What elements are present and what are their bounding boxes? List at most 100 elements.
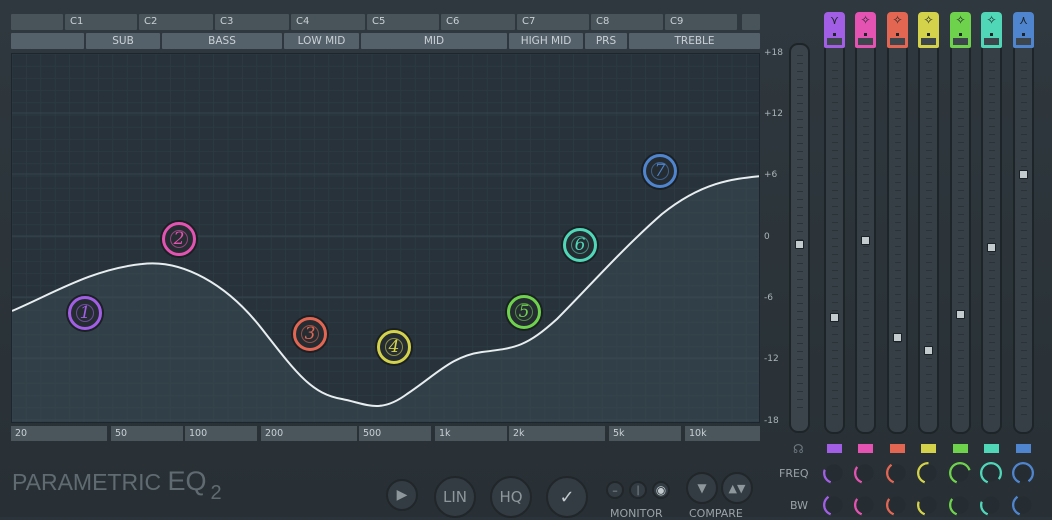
band-label[interactable]: LOW MID (284, 33, 359, 49)
target-cell[interactable]: C4 (291, 14, 365, 30)
peaking-icon: ✧ (955, 13, 966, 27)
band-type-selector-4[interactable]: ✧ (918, 12, 939, 48)
target-cell[interactable]: C9 (665, 14, 737, 30)
target-cell[interactable]: C3 (215, 14, 289, 30)
freq-dial-3[interactable] (886, 462, 908, 484)
target-cell[interactable]: C1 (65, 14, 137, 30)
compare-swap-button[interactable]: ▲▼ (721, 472, 753, 504)
target-cell[interactable]: C6 (441, 14, 515, 30)
channel-gain-handle-4[interactable] (924, 346, 933, 356)
bw-dial-6[interactable] (980, 494, 1002, 516)
headphone-icon[interactable]: ☊ (793, 442, 804, 456)
play-button[interactable]: ▶ (386, 479, 418, 511)
target-cell[interactable]: C8 (591, 14, 663, 30)
bw-dial-3[interactable] (886, 494, 908, 516)
channel-gain-slider-4[interactable] (918, 40, 939, 434)
target-cell[interactable] (742, 14, 760, 30)
channel-gain-handle-6[interactable] (987, 243, 996, 253)
freq-dial-6[interactable] (980, 462, 1002, 484)
band-node-7[interactable]: 7 (643, 154, 677, 188)
channel-gain-handle-2[interactable] (861, 236, 870, 245)
band-label[interactable]: PRS (585, 33, 627, 49)
channel-gain-handle-1[interactable] (830, 312, 839, 322)
band-type-selector-6[interactable]: ✧ (981, 12, 1002, 48)
channel-gain-slider-6[interactable] (981, 40, 1002, 434)
freq-dial-2[interactable] (854, 462, 876, 484)
band-label[interactable] (11, 33, 84, 49)
channel-color-swatch-2[interactable] (858, 444, 873, 453)
channel-gain-slider-7[interactable] (1013, 40, 1034, 434)
band-type-selector-1[interactable]: ⋎ (824, 12, 845, 48)
channel-gain-handle-7[interactable] (1019, 169, 1028, 179)
band-label[interactable]: TREBLE (629, 33, 760, 49)
band-type-dot (959, 33, 962, 36)
bw-dial-5[interactable] (949, 494, 971, 516)
band-type-selector-2[interactable]: ✧ (855, 12, 876, 48)
channel-gain-handle-5[interactable] (956, 310, 965, 320)
apply-button[interactable]: ✓ (546, 476, 588, 518)
compare-store-button[interactable]: ▼ (686, 472, 718, 504)
node-label: 3 (304, 324, 316, 344)
monitor-band-button[interactable]: | (629, 481, 647, 499)
channel-color-swatch-1[interactable] (827, 444, 842, 453)
band-label[interactable]: HIGH MID (509, 33, 583, 49)
bw-dial-2[interactable] (854, 494, 876, 516)
target-cell[interactable]: C7 (517, 14, 589, 30)
channel-gain-slider-2[interactable] (855, 40, 876, 434)
frequency-label: 100 (185, 426, 257, 441)
slider-ticks (1021, 62, 1027, 422)
master-gain-handle[interactable] (795, 240, 804, 249)
band-type-dot (896, 33, 899, 36)
band-label[interactable]: BASS (162, 33, 282, 49)
channel-color-swatch-6[interactable] (984, 444, 999, 453)
channel-color-swatch-7[interactable] (1016, 444, 1031, 453)
target-cell[interactable]: C2 (139, 14, 213, 30)
band-node-4[interactable]: 4 (377, 330, 411, 364)
lin-button[interactable]: LIN (434, 476, 476, 518)
eq-graph[interactable] (11, 53, 760, 423)
slider-ticks (832, 62, 838, 422)
channel-gain-slider-5[interactable] (950, 40, 971, 434)
target-cell[interactable]: C5 (367, 14, 439, 30)
monitor-all-button[interactable]: ◉ (652, 481, 670, 499)
hq-button[interactable]: HQ (490, 476, 532, 518)
channel-color-swatch-4[interactable] (921, 444, 936, 453)
monitor-off-button[interactable]: – (606, 481, 624, 499)
bw-dial-7[interactable] (1012, 494, 1034, 516)
band-type-selector-3[interactable]: ✧ (887, 12, 908, 48)
band-type-selector-7[interactable]: ⋏ (1013, 12, 1034, 48)
low-shelf-icon: ⋎ (830, 13, 839, 27)
band-node-6[interactable]: 6 (563, 228, 597, 262)
lin-label: LIN (442, 488, 467, 506)
freq-row-label: FREQ (779, 467, 809, 480)
bw-dial-1[interactable] (823, 494, 845, 516)
band-node-1[interactable]: 1 (68, 296, 102, 330)
node-label: 1 (79, 303, 91, 323)
freq-dial-1[interactable] (823, 462, 845, 484)
channel-color-swatch-5[interactable] (953, 444, 968, 453)
bw-dial-4[interactable] (917, 494, 939, 516)
channel-gain-slider-3[interactable] (887, 40, 908, 434)
play-icon: ▶ (396, 487, 408, 503)
band-label[interactable]: MID (361, 33, 507, 49)
target-cell[interactable] (11, 14, 63, 30)
master-gain-slider[interactable] (789, 43, 810, 433)
slider-ticks (895, 62, 901, 422)
freq-dial-5[interactable] (949, 462, 971, 484)
band-type-dot (990, 33, 993, 36)
channel-gain-slider-1[interactable] (824, 40, 845, 434)
compare-label: COMPARE (689, 507, 743, 520)
freq-dial-4[interactable] (917, 462, 939, 484)
brand-version: 2 (210, 482, 222, 504)
channel-gain-handle-3[interactable] (893, 332, 902, 342)
band-type-selector-5[interactable]: ✧ (950, 12, 971, 48)
band-node-2[interactable]: 2 (162, 222, 196, 256)
monitor-label: MONITOR (610, 507, 663, 520)
channel-color-swatch-3[interactable] (890, 444, 905, 453)
band-label[interactable]: SUB (86, 33, 160, 49)
band-node-5[interactable]: 5 (507, 295, 541, 329)
band-type-box (921, 38, 936, 45)
freq-dial-7[interactable] (1012, 462, 1034, 484)
band-type-dot (1022, 33, 1025, 36)
band-node-3[interactable]: 3 (293, 317, 327, 351)
